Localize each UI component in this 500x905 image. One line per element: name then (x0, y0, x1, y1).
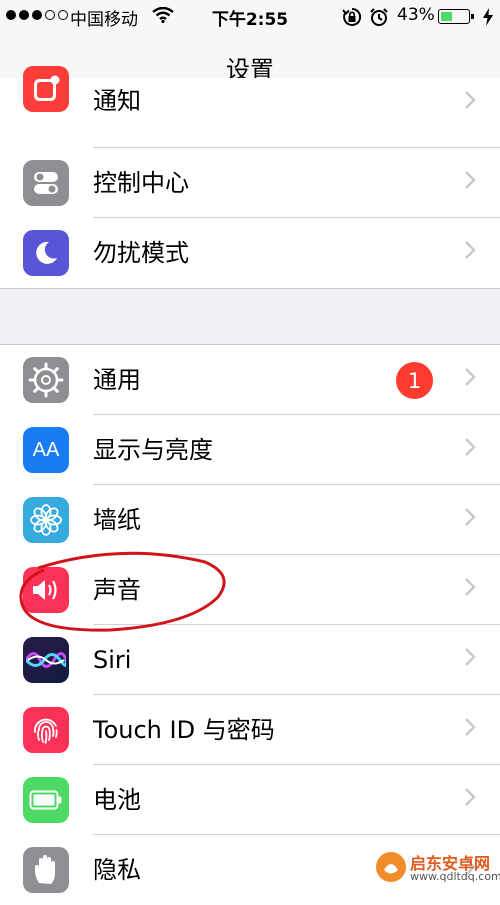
settings-row-label: 通知 (93, 87, 141, 115)
alarm-icon (370, 8, 388, 26)
watermark-url: www.qdltdq.com (410, 870, 500, 883)
settings-row-siri[interactable]: Siri (0, 625, 500, 695)
siri-icon (23, 637, 69, 683)
chevron-right-icon (465, 171, 476, 189)
control-center-icon (23, 160, 69, 206)
settings-row-label: 声音 (93, 576, 141, 604)
notifications-icon (23, 66, 69, 112)
settings-row-label: Touch ID 与密码 (93, 716, 275, 744)
chevron-right-icon (465, 438, 476, 456)
settings-row-general[interactable]: 通用 1 (0, 345, 500, 415)
battery-level-icon (438, 9, 474, 24)
settings-group-1: 通知 控制中心 勿扰模式 (0, 66, 500, 289)
text-size-icon: AA (23, 427, 69, 473)
settings-row-label: 显示与亮度 (93, 436, 213, 464)
moon-icon (23, 230, 69, 276)
settings-row-display-brightness[interactable]: AA 显示与亮度 (0, 415, 500, 485)
gear-icon (23, 357, 69, 403)
settings-row-label: 通用 (93, 366, 141, 394)
watermark: 启东安卓网 www.qdltdq.com (372, 848, 500, 888)
settings-row-battery[interactable]: 电池 (0, 765, 500, 835)
settings-row-notifications[interactable]: 通知 (0, 66, 500, 148)
chevron-right-icon (465, 578, 476, 596)
battery-icon (23, 777, 69, 823)
chevron-right-icon (465, 241, 476, 259)
charging-bolt-icon (483, 8, 493, 26)
settings-row-label: 隐私 (93, 856, 141, 884)
settings-row-label: 墙纸 (93, 506, 141, 534)
chevron-right-icon (465, 91, 476, 109)
text-size-icon-glyph: AA (32, 438, 60, 461)
chevron-right-icon (465, 788, 476, 806)
chevron-right-icon (465, 718, 476, 736)
hand-icon (23, 847, 69, 893)
settings-row-do-not-disturb[interactable]: 勿扰模式 (0, 218, 500, 288)
settings-row-wallpaper[interactable]: 墙纸 (0, 485, 500, 555)
settings-group-2: 通用 1 AA 显示与亮度 墙纸 声音 Siri Touch ID 与密码 电池… (0, 344, 500, 905)
status-bar: 中国移动 下午2:55 43% (0, 0, 500, 32)
settings-row-label: 电池 (93, 786, 141, 814)
settings-row-label: 勿扰模式 (93, 239, 189, 267)
settings-row-touch-id-passcode[interactable]: Touch ID 与密码 (0, 695, 500, 765)
settings-row-label: Siri (93, 646, 132, 674)
fingerprint-icon (23, 707, 69, 753)
chevron-right-icon (465, 368, 476, 386)
speaker-icon (23, 567, 69, 613)
watermark-logo-icon (376, 852, 406, 882)
rotation-lock-icon (342, 7, 362, 26)
battery-percent: 43% (397, 5, 435, 25)
settings-row-label: 控制中心 (93, 169, 189, 197)
flower-icon (23, 497, 69, 543)
chevron-right-icon (465, 508, 476, 526)
settings-row-sounds[interactable]: 声音 (0, 555, 500, 625)
chevron-right-icon (465, 648, 476, 666)
settings-row-control-center[interactable]: 控制中心 (0, 148, 500, 218)
notification-badge: 1 (396, 362, 433, 399)
